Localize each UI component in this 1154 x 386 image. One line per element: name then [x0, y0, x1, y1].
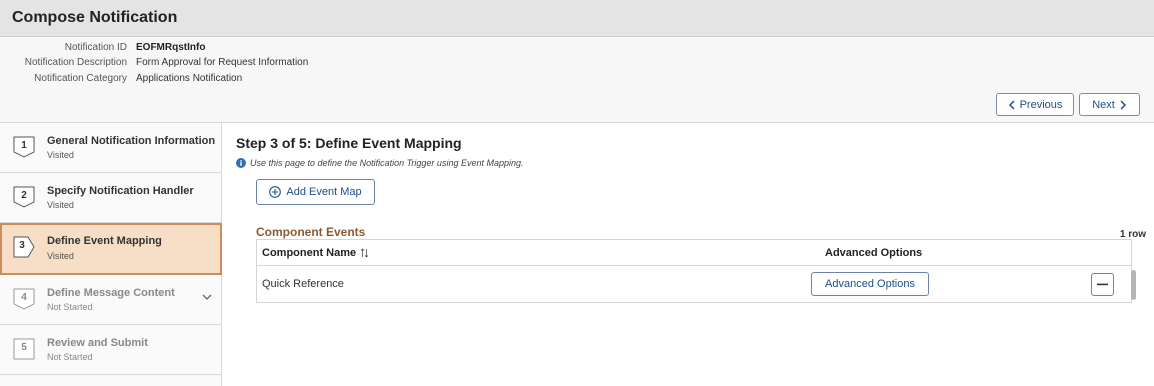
advanced-options-label: Advanced Options: [825, 278, 915, 290]
step-number: 3: [19, 240, 25, 251]
notification-id-row: Notification ID EOFMRqstInfo: [0, 41, 206, 55]
chevron-down-icon[interactable]: [202, 293, 212, 301]
notification-id-value: EOFMRqstInfo: [136, 42, 206, 53]
add-event-map-label: Add Event Map: [286, 186, 362, 198]
add-event-map-button[interactable]: Add Event Map: [256, 179, 375, 205]
next-button[interactable]: Next: [1079, 93, 1140, 116]
info-message: Use this page to define the Notification…: [236, 158, 524, 168]
step-title: Define Event Mapping: [47, 235, 162, 247]
step-status: Visited: [47, 251, 74, 261]
notification-header: Notification ID EOFMRqstInfo Notificatio…: [0, 37, 1154, 123]
step-number: 4: [21, 292, 27, 303]
previous-label: Previous: [1019, 98, 1063, 111]
step-title: Specify Notification Handler: [47, 185, 194, 197]
column-header-label: Component Name: [262, 247, 357, 259]
notification-description-value: Form Approval for Request Information: [136, 57, 309, 68]
step-sidebar: 1 General Notification Information Visit…: [0, 123, 222, 386]
step-status: Not Started: [47, 302, 93, 312]
chevron-right-icon: [1120, 99, 1126, 110]
plus-circle-icon: [269, 186, 282, 198]
delete-row-button[interactable]: [1091, 273, 1114, 296]
advanced-options-button[interactable]: Advanced Options: [811, 272, 929, 296]
column-header-component-name[interactable]: Component Name: [262, 247, 369, 259]
next-label: Next: [1092, 98, 1115, 111]
info-icon: [236, 158, 246, 168]
page-title: Compose Notification: [12, 9, 178, 26]
step-status: Visited: [47, 150, 74, 160]
table-row: Quick Reference Advanced Options: [257, 267, 1131, 302]
step-item-4[interactable]: 4 Define Message Content Not Started: [0, 275, 222, 325]
step-number: 1: [21, 140, 27, 151]
step-title: Define Message Content: [47, 287, 175, 299]
notification-category-label: Notification Category: [34, 73, 127, 84]
chevron-left-icon: [1008, 99, 1015, 110]
title-bar: Compose Notification: [0, 0, 1154, 37]
minus-icon: [1097, 283, 1108, 286]
main-content: Step 3 of 5: Define Event Mapping Use th…: [223, 123, 1154, 386]
previous-button[interactable]: Previous: [996, 93, 1074, 116]
notification-description-label: Notification Description: [24, 57, 127, 68]
sort-icon[interactable]: [360, 248, 369, 258]
notification-description-row: Notification Description Form Approval f…: [0, 56, 309, 70]
step-status: Visited: [47, 200, 74, 210]
step-status: Not Started: [47, 352, 93, 362]
step-title: General Notification Information: [47, 135, 216, 147]
step-number: 5: [21, 342, 27, 353]
step-item-3[interactable]: 3 Define Event Mapping Visited: [0, 223, 222, 275]
step-item-1[interactable]: 1 General Notification Information Visit…: [0, 123, 222, 173]
notification-category-value: Applications Notification: [136, 73, 243, 84]
grid-title: Component Events: [256, 225, 366, 239]
step-item-5[interactable]: 5 Review and Submit Not Started: [0, 325, 222, 375]
scrollbar-thumb[interactable]: [1131, 270, 1136, 300]
component-events-grid: Component Name Advanced Options Quick Re…: [256, 239, 1136, 303]
step-number: 2: [21, 190, 27, 201]
notification-category-row: Notification Category Applications Notif…: [0, 72, 242, 86]
column-header-advanced-options: Advanced Options: [825, 247, 923, 259]
step-title: Review and Submit: [47, 337, 148, 349]
info-text: Use this page to define the Notification…: [250, 158, 524, 168]
component-name-cell: Quick Reference: [262, 278, 344, 290]
step-heading: Step 3 of 5: Define Event Mapping: [236, 135, 462, 151]
step-item-2[interactable]: 2 Specify Notification Handler Visited: [0, 173, 222, 223]
notification-id-label: Notification ID: [64, 42, 127, 53]
grid-header: Component Name Advanced Options: [257, 240, 1131, 266]
